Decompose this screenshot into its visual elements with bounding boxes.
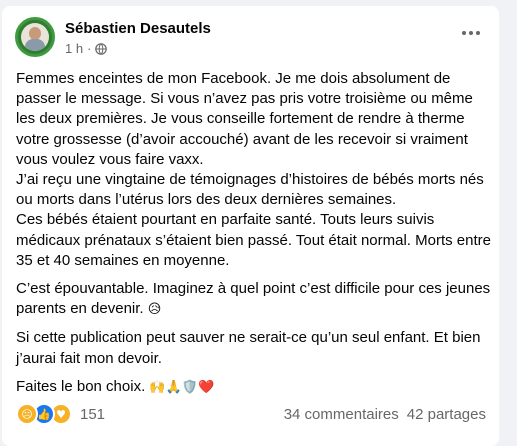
author-name[interactable]: Sébastien Desautels xyxy=(65,20,211,37)
avatar-photo xyxy=(21,23,49,51)
avatar-body xyxy=(25,39,45,51)
post-paragraph: Faites le bon choix. 🙌🙏🛡️❤️ xyxy=(16,377,494,398)
post-footer: ☹ 👍 ♥ 151 34 commentaires 42 partages xyxy=(16,402,486,426)
post-card: Sébastien Desautels 1 h · Femmes enceint… xyxy=(2,6,499,446)
author-avatar[interactable] xyxy=(15,17,55,57)
more-dot-icon xyxy=(469,31,473,35)
more-dot-icon xyxy=(462,31,466,35)
comments-count[interactable]: 34 commentaires xyxy=(284,406,399,423)
post-paragraph-text: Faites le bon choix. xyxy=(16,377,146,395)
globe-icon[interactable] xyxy=(95,42,108,55)
reaction-count[interactable]: 151 xyxy=(80,406,105,423)
post-stats: 34 commentaires 42 partages xyxy=(284,406,486,423)
meta-separator: · xyxy=(87,41,92,56)
post-header: Sébastien Desautels 1 h · xyxy=(15,17,495,57)
post-timestamp[interactable]: 1 h xyxy=(65,41,83,56)
more-dot-icon xyxy=(476,31,480,35)
post-paragraph-text: C’est épouvantable. Imaginez à quel poin… xyxy=(16,280,491,318)
more-options-button[interactable] xyxy=(455,21,487,45)
post-paragraph: Femmes enceintes de mon Facebook. Je me … xyxy=(16,70,491,269)
post-paragraph: C’est épouvantable. Imaginez à quel poin… xyxy=(16,279,494,320)
closing-emojis: 🙌🙏🛡️❤️ xyxy=(149,379,215,395)
shares-count[interactable]: 42 partages xyxy=(407,406,486,423)
post-meta: 1 h · xyxy=(65,41,108,56)
post-paragraph: Si cette publication peut sauver ne sera… xyxy=(16,329,481,367)
crying-emoji-icon: 😥 xyxy=(147,302,162,318)
post-body: Femmes enceintes de mon Facebook. Je me … xyxy=(16,69,494,406)
sad-reaction-icon: ☹ xyxy=(16,403,38,425)
reactions-summary[interactable]: ☹ 👍 ♥ 151 xyxy=(16,403,105,425)
